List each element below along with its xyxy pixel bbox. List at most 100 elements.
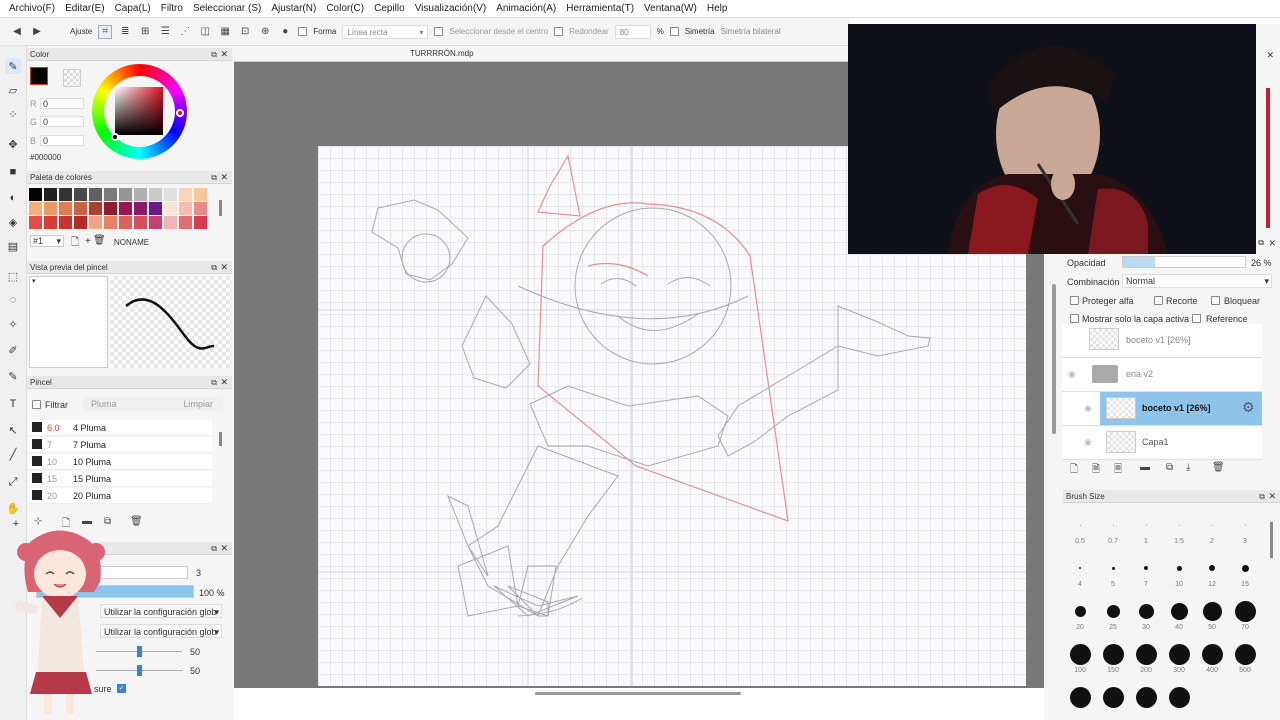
- brush-size-preset[interactable]: [1079, 567, 1081, 569]
- snap-lines-icon[interactable]: ☰: [158, 25, 172, 39]
- new-folder-icon[interactable]: ▬: [1140, 462, 1150, 473]
- menu-herramienta[interactable]: Herramienta(T): [561, 0, 639, 18]
- forma-select[interactable]: Línea recta ▾: [342, 24, 429, 39]
- eyedropper-icon[interactable]: ⤢: [5, 474, 21, 490]
- brush-size-scrollbar[interactable]: [1270, 522, 1273, 558]
- param-slider-2-thumb[interactable]: [137, 665, 142, 676]
- brush-size-preset[interactable]: [1209, 565, 1215, 571]
- palette-swatch[interactable]: [29, 202, 42, 215]
- param-slider-1-thumb[interactable]: [137, 646, 142, 657]
- text-tool-icon[interactable]: T: [5, 396, 21, 412]
- palette-swatch[interactable]: [119, 216, 132, 229]
- brush-tool-icon[interactable]: ✎: [5, 58, 21, 74]
- simetria-checkbox[interactable]: [669, 27, 679, 36]
- forma-checkbox[interactable]: [298, 27, 308, 36]
- brush-size-preset[interactable]: [1074, 605, 1086, 617]
- snap-off-icon[interactable]: ⌗: [98, 24, 113, 39]
- show-active-only-checkbox[interactable]: [1070, 314, 1079, 323]
- brush-item[interactable]: 7 7 Pluma: [28, 437, 212, 453]
- snap-grid-icon[interactable]: ⊞: [138, 25, 152, 39]
- protect-alpha-checkbox[interactable]: [1070, 296, 1079, 305]
- menu-cepillo[interactable]: Cepillo: [369, 0, 410, 18]
- bucket-icon[interactable]: ◈: [5, 214, 21, 230]
- new-halftone-layer-icon[interactable]: 🗎: [1092, 462, 1100, 479]
- brush-size-preset[interactable]: [1069, 643, 1091, 665]
- palette-swatch[interactable]: [179, 202, 192, 215]
- brush-item[interactable]: 6.0 4 Pluma: [28, 420, 212, 436]
- palette-swatch[interactable]: [74, 188, 87, 201]
- close-icon[interactable]: ✕: [220, 48, 228, 61]
- right-scroll-track[interactable]: ✕: [1256, 24, 1280, 254]
- new-layer-icon[interactable]: 🗋: [1070, 462, 1078, 479]
- pin-icon[interactable]: ⧉: [1259, 490, 1265, 503]
- redondear-input[interactable]: 80: [614, 24, 651, 39]
- menu-help[interactable]: Help: [702, 0, 733, 18]
- saturation-value-square[interactable]: [115, 87, 163, 135]
- redondear-checkbox[interactable]: [554, 27, 564, 36]
- move-tool-icon[interactable]: ✥: [5, 136, 21, 152]
- palette-swatch[interactable]: [104, 188, 117, 201]
- pressure-checkbox[interactable]: ✓: [117, 684, 126, 693]
- brush-list-scrollbar[interactable]: [219, 432, 222, 446]
- palette-swatch[interactable]: [104, 216, 117, 229]
- menu-ajustar[interactable]: Ajustar(N): [266, 0, 321, 18]
- palette-swatch[interactable]: [119, 188, 132, 201]
- palette-swatch[interactable]: [74, 216, 87, 229]
- palette-swatch[interactable]: [194, 202, 207, 215]
- hue-handle[interactable]: [176, 109, 184, 117]
- pin-icon[interactable]: ⧉: [211, 542, 217, 555]
- brush-size-preset[interactable]: [1135, 686, 1157, 708]
- palette-swatch[interactable]: [194, 216, 207, 229]
- snap-radial-icon[interactable]: ⋰: [178, 25, 192, 39]
- blend-mode-select[interactable]: Normal ▾: [1122, 274, 1272, 288]
- menu-visualizacion[interactable]: Visualización(V): [410, 0, 492, 18]
- global-setting-select-2[interactable]: Utilizar la configuración glob ▾: [100, 624, 222, 638]
- global-setting-select-1[interactable]: Utilizar la configuración glob ▾: [100, 604, 222, 618]
- layer-folder[interactable]: ◉ ena v2: [1062, 358, 1262, 392]
- brush-size-preset[interactable]: [1211, 524, 1213, 526]
- palette-scrollbar[interactable]: [219, 200, 222, 216]
- brush-size-preset[interactable]: [1234, 600, 1256, 622]
- brush-size-preset[interactable]: [1168, 643, 1190, 665]
- brush-size-preset[interactable]: [1145, 524, 1147, 526]
- snap-vanishing-icon[interactable]: ⊕: [258, 25, 272, 39]
- palette-swatch[interactable]: [149, 188, 162, 201]
- param-slider-2[interactable]: [96, 665, 182, 676]
- menu-filtro[interactable]: Filtro: [156, 0, 188, 18]
- layer-panel-pin-icon[interactable]: ⧉: [1258, 238, 1264, 248]
- palette-swatch[interactable]: [74, 202, 87, 215]
- select-center-checkbox[interactable]: [434, 27, 444, 36]
- menu-editar[interactable]: Editar(E): [60, 0, 109, 18]
- brush-size-preset[interactable]: [1178, 524, 1180, 526]
- new-page-icon[interactable]: 🗋: [71, 235, 79, 252]
- palette-swatch[interactable]: [164, 202, 177, 215]
- snap-curve-icon[interactable]: ◫: [198, 25, 212, 39]
- brush-search-input[interactable]: Pluma Limpiar: [83, 397, 223, 411]
- background-color-swatch[interactable]: [63, 69, 81, 87]
- menu-ventana[interactable]: Ventana(W): [639, 0, 702, 18]
- brush-size-preset[interactable]: [1102, 686, 1124, 708]
- brush-item[interactable]: 20 20 Pluma: [28, 488, 212, 504]
- pin-icon[interactable]: ⧉: [211, 376, 217, 389]
- palette-swatch[interactable]: [149, 216, 162, 229]
- r-input[interactable]: 0: [40, 98, 84, 109]
- duplicate-layer-icon[interactable]: ⧉: [1166, 462, 1173, 473]
- snap-parallel-icon[interactable]: ≣: [118, 25, 132, 39]
- brush-size-preset[interactable]: [1079, 524, 1081, 526]
- brush-size-preset[interactable]: [1102, 643, 1124, 665]
- brush-size-preset[interactable]: [1069, 686, 1091, 708]
- close-icon[interactable]: ✕: [220, 542, 228, 555]
- palette-swatch[interactable]: [179, 188, 192, 201]
- palette-swatch[interactable]: [134, 202, 147, 215]
- palette-swatch[interactable]: [104, 202, 117, 215]
- hand-icon[interactable]: ✋: [5, 500, 21, 516]
- palette-swatch[interactable]: [59, 188, 72, 201]
- reference-checkbox[interactable]: [1192, 314, 1201, 323]
- palette-swatch[interactable]: [164, 188, 177, 201]
- palette-swatch[interactable]: [134, 216, 147, 229]
- palette-swatch[interactable]: [29, 188, 42, 201]
- close-icon[interactable]: ✕: [1266, 50, 1274, 61]
- magic-wand-icon[interactable]: ✧: [5, 316, 21, 332]
- palette-swatch[interactable]: [29, 216, 42, 229]
- menu-color[interactable]: Color(C): [321, 0, 369, 18]
